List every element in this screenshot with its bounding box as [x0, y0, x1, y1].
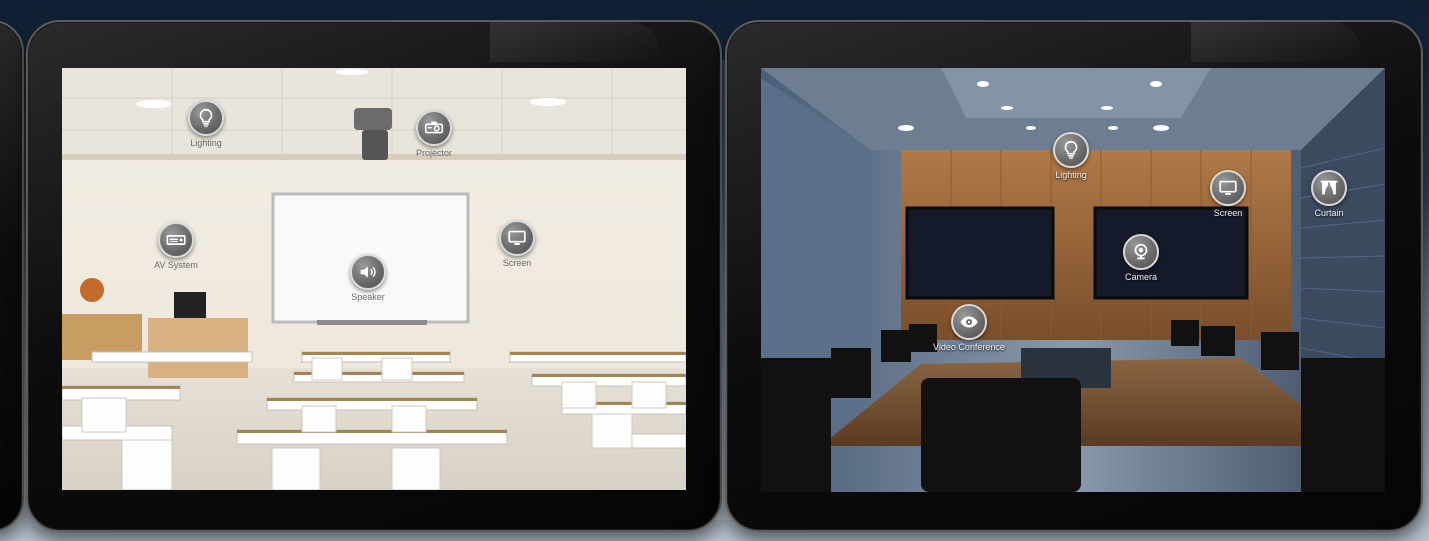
conference-video-conference-control[interactable]: Video Conference	[933, 304, 1005, 352]
eye-icon	[960, 316, 978, 328]
classroom-screen-control[interactable]: Screen	[499, 220, 535, 268]
device-label: Screen	[502, 258, 532, 268]
partial-tablet-frame	[0, 20, 24, 532]
conference-screen-control[interactable]: Screen	[1210, 170, 1246, 218]
classroom-projector-control[interactable]: Projector	[415, 110, 453, 158]
classroom-lighting-control[interactable]: Lighting	[188, 100, 224, 148]
camera-icon	[1134, 243, 1148, 260]
speaker-icon	[360, 266, 376, 278]
screen-icon	[508, 230, 526, 245]
device-label: Projector	[415, 148, 453, 158]
conference-tablet: Lighting Screen Curtain Camera Video Con	[725, 20, 1423, 532]
conference-camera-control[interactable]: Camera	[1123, 234, 1159, 282]
device-label: Curtain	[1314, 208, 1344, 218]
classroom-screen: Lighting Projector AV System Screen Spea	[62, 68, 686, 490]
device-label: Camera	[1124, 272, 1157, 282]
classroom-tablet: Lighting Projector AV System Screen Spea	[26, 20, 722, 532]
av-system-icon	[166, 235, 186, 245]
device-label: Lighting	[190, 138, 222, 148]
device-label: Video Conference	[933, 342, 1005, 352]
lightbulb-icon	[199, 108, 213, 127]
device-label: Speaker	[351, 292, 385, 302]
classroom-speaker-control[interactable]: Speaker	[350, 254, 386, 302]
projector-icon	[424, 121, 444, 134]
classroom-av-system-control[interactable]: AV System	[154, 222, 198, 270]
device-label: Screen	[1213, 208, 1243, 218]
screen-icon	[1219, 180, 1237, 195]
device-label: AV System	[154, 260, 198, 270]
conference-curtain-control[interactable]: Curtain	[1311, 170, 1347, 218]
device-label: Lighting	[1055, 170, 1087, 180]
conference-screen: Lighting Screen Curtain Camera Video Con	[761, 68, 1385, 492]
conference-lighting-control[interactable]: Lighting	[1053, 132, 1089, 180]
curtain-icon	[1320, 180, 1338, 195]
lightbulb-icon	[1064, 140, 1078, 159]
